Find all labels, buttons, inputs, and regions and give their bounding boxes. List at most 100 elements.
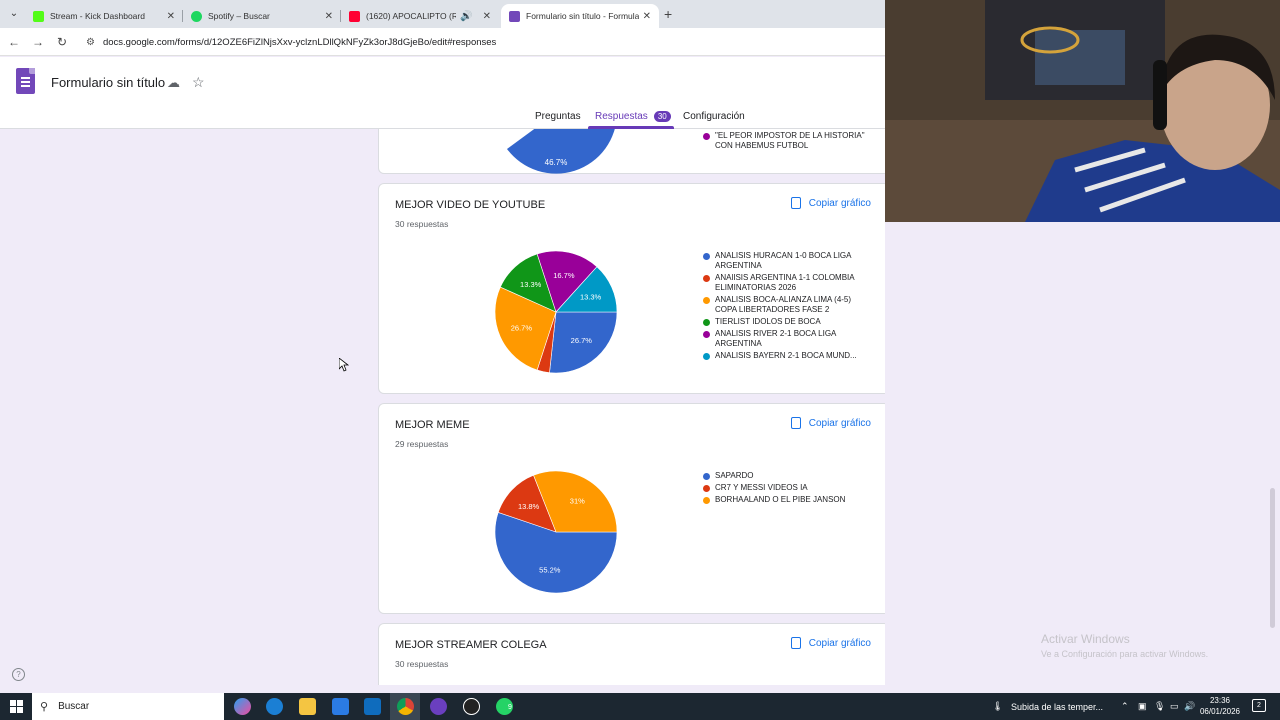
site-info-icon[interactable]: ⚙ <box>86 37 95 48</box>
kick-icon <box>33 10 44 22</box>
copy-chart-button[interactable]: Copiar gráfico <box>790 417 871 429</box>
tray-apps-icon[interactable]: ▣ <box>1138 693 1147 720</box>
responses-count-badge: 30 <box>653 111 671 122</box>
legend-item: "EL PEOR IMPOSTOR DE LA HISTORIA" CON HA… <box>703 131 873 151</box>
legend-label: "EL PEOR IMPOSTOR DE LA HISTORIA" CON HA… <box>715 131 865 150</box>
copy-icon <box>790 637 801 649</box>
pie-partial-label: 46.7% <box>545 158 568 167</box>
new-tab-plus-icon[interactable]: + <box>664 6 672 22</box>
activate-windows-title: Activar Windows <box>1041 632 1130 646</box>
obs-icon[interactable] <box>463 698 480 715</box>
pie-chart-meme: 55.2% 13.8% 31% <box>495 471 617 593</box>
edge-icon[interactable] <box>266 698 283 715</box>
whatsapp-badge: 9 <box>508 703 512 711</box>
response-count: 30 respuestas <box>395 659 449 669</box>
tab-responses[interactable]: Respuestas 30 <box>595 111 671 122</box>
legend-meme: SAPARDO CR7 Y MESSI VIDEOS IA BORHAALAND O… <box>703 471 873 507</box>
pie-slice-label: 26.7% <box>571 336 593 345</box>
pie-slice-label: 55.2% <box>539 565 561 574</box>
forms-icon <box>509 10 520 22</box>
close-tab-icon[interactable]: ✕ <box>483 11 491 22</box>
tab-kick[interactable]: Stream - Kick Dashboard ✕ <box>25 4 183 28</box>
legend-label: ANALISIS RIVER 2-1 BOCA LIGA ARGENTINA <box>715 329 836 348</box>
question-title: MEJOR STREAMER COLEGA <box>395 639 547 651</box>
weather-text[interactable]: Subida de las temper... <box>1011 693 1103 720</box>
pie-slice-label: 26.7% <box>511 323 533 332</box>
pie-slice-label: 13.8% <box>518 502 540 511</box>
pie-chart-partial: 46.7% <box>507 129 615 174</box>
legend-item: TIERLIST IDOLOS DE BOCA <box>703 317 873 327</box>
legend-item: ANALISIS HURACAN 1-0 BOCA LIGA ARGENTINA <box>703 251 873 271</box>
legend-label: TIERLIST IDOLOS DE BOCA <box>715 317 821 326</box>
tray-chevron-icon[interactable]: ⌃ <box>1121 693 1129 720</box>
legend-dot <box>703 296 710 304</box>
legend-dot <box>703 472 710 480</box>
store-icon[interactable] <box>332 698 349 715</box>
spotify-icon <box>191 10 202 22</box>
copy-chart-label: Copiar gráfico <box>808 417 871 429</box>
tab-title: Stream - Kick Dashboard <box>50 11 145 21</box>
copy-icon <box>790 417 801 429</box>
tab-forms[interactable]: Formulario sin título - Formular ✕ <box>501 4 659 28</box>
file-explorer-icon[interactable] <box>299 698 316 715</box>
tab-spotify[interactable]: Spotify – Buscar ✕ <box>183 4 341 28</box>
mouse-cursor-icon <box>339 358 349 372</box>
help-icon[interactable]: ? <box>12 668 25 681</box>
legend-partial: "EL PEOR IMPOSTOR DE LA HISTORIA" CON HA… <box>703 131 873 153</box>
back-arrow-icon[interactable]: ← <box>6 34 22 50</box>
response-card-streamer: MEJOR STREAMER COLEGA 30 respuestas Copi… <box>378 623 885 685</box>
legend-dot <box>703 352 710 360</box>
pie-slice-label: 31% <box>570 497 585 506</box>
tab-search-chevron-icon[interactable]: ⌄ <box>5 5 23 23</box>
copilot-icon[interactable] <box>234 698 251 715</box>
taskbar-clock[interactable]: 23:36 06/01/2026 <box>1196 695 1244 717</box>
legend-dot <box>703 274 710 282</box>
microphone-icon[interactable]: 🎙 <box>1154 693 1165 720</box>
clock-time: 23:36 <box>1209 696 1231 705</box>
app-icon[interactable] <box>430 698 447 715</box>
forms-header: Formulario sin título ☁ ☆ Preguntas Resp… <box>0 57 885 129</box>
legend-label: SAPARDO <box>715 471 754 480</box>
legend-item: SAPARDO <box>703 471 873 481</box>
google-forms-logo-icon[interactable] <box>16 68 35 94</box>
url-field[interactable]: ⚙ docs.google.com/forms/d/12OZE6FiZlNjsX… <box>80 32 880 52</box>
tab-responses-label: Respuestas <box>595 111 648 122</box>
copy-icon <box>790 197 801 209</box>
network-icon[interactable]: ▭ <box>1170 693 1179 720</box>
scrollbar-thumb[interactable] <box>1270 488 1275 628</box>
response-card-meme: MEJOR MEME 29 respuestas Copiar gráfico … <box>378 403 885 614</box>
responses-content[interactable]: 46.7% "EL PEOR IMPOSTOR DE LA HISTORIA" … <box>0 129 885 685</box>
volume-icon[interactable]: 🔊 <box>1184 693 1195 720</box>
speaker-icon[interactable]: 🔊 <box>460 11 472 22</box>
url-text: docs.google.com/forms/d/12OZE6FiZlNjsXxv… <box>102 36 497 48</box>
legend-dot <box>703 496 710 504</box>
notification-icon[interactable]: 2 <box>1252 699 1266 712</box>
tab-questions[interactable]: Preguntas <box>535 111 581 122</box>
windows-start-icon[interactable] <box>10 700 23 713</box>
copy-chart-label: Copiar gráfico <box>808 637 871 649</box>
reload-icon[interactable]: ↻ <box>54 34 70 50</box>
cloud-saved-icon[interactable]: ☁ <box>167 75 180 91</box>
chrome-icon[interactable] <box>397 698 414 715</box>
legend-item: ANALISIS BOCA-ALIANZA LIMA (4-5) COPA LI… <box>703 295 873 315</box>
legend-dot <box>703 484 710 492</box>
thermometer-icon: 🌡 <box>992 701 1004 711</box>
close-tab-icon[interactable]: ✕ <box>167 11 175 22</box>
close-tab-icon[interactable]: ✕ <box>325 11 333 22</box>
star-icon[interactable]: ☆ <box>192 74 205 91</box>
taskbar-search-label: Buscar <box>58 701 90 712</box>
pie-slice-label: 13.3% <box>580 293 602 302</box>
tab-title: Formulario sin título - Formular <box>526 11 639 21</box>
form-title[interactable]: Formulario sin título <box>51 75 165 90</box>
copy-chart-button[interactable]: Copiar gráfico <box>790 197 871 209</box>
close-tab-icon[interactable]: ✕ <box>643 11 651 22</box>
outlook-icon[interactable] <box>364 698 381 715</box>
tab-title: Spotify – Buscar <box>208 11 270 21</box>
forward-arrow-icon[interactable]: → <box>30 34 46 50</box>
legend-label: CR7 Y MESSI VIDEOS IA <box>715 483 808 492</box>
activate-windows-subtitle: Ve a Configuración para activar Windows. <box>1041 649 1209 659</box>
copy-chart-button[interactable]: Copiar gráfico <box>790 637 871 649</box>
tab-youtube[interactable]: (1620) APOCALIPTO (Rema 🔊 ✕ <box>341 4 499 28</box>
taskbar-search-box[interactable]: ⚲ Buscar <box>32 693 224 720</box>
tab-settings[interactable]: Configuración <box>683 111 745 122</box>
